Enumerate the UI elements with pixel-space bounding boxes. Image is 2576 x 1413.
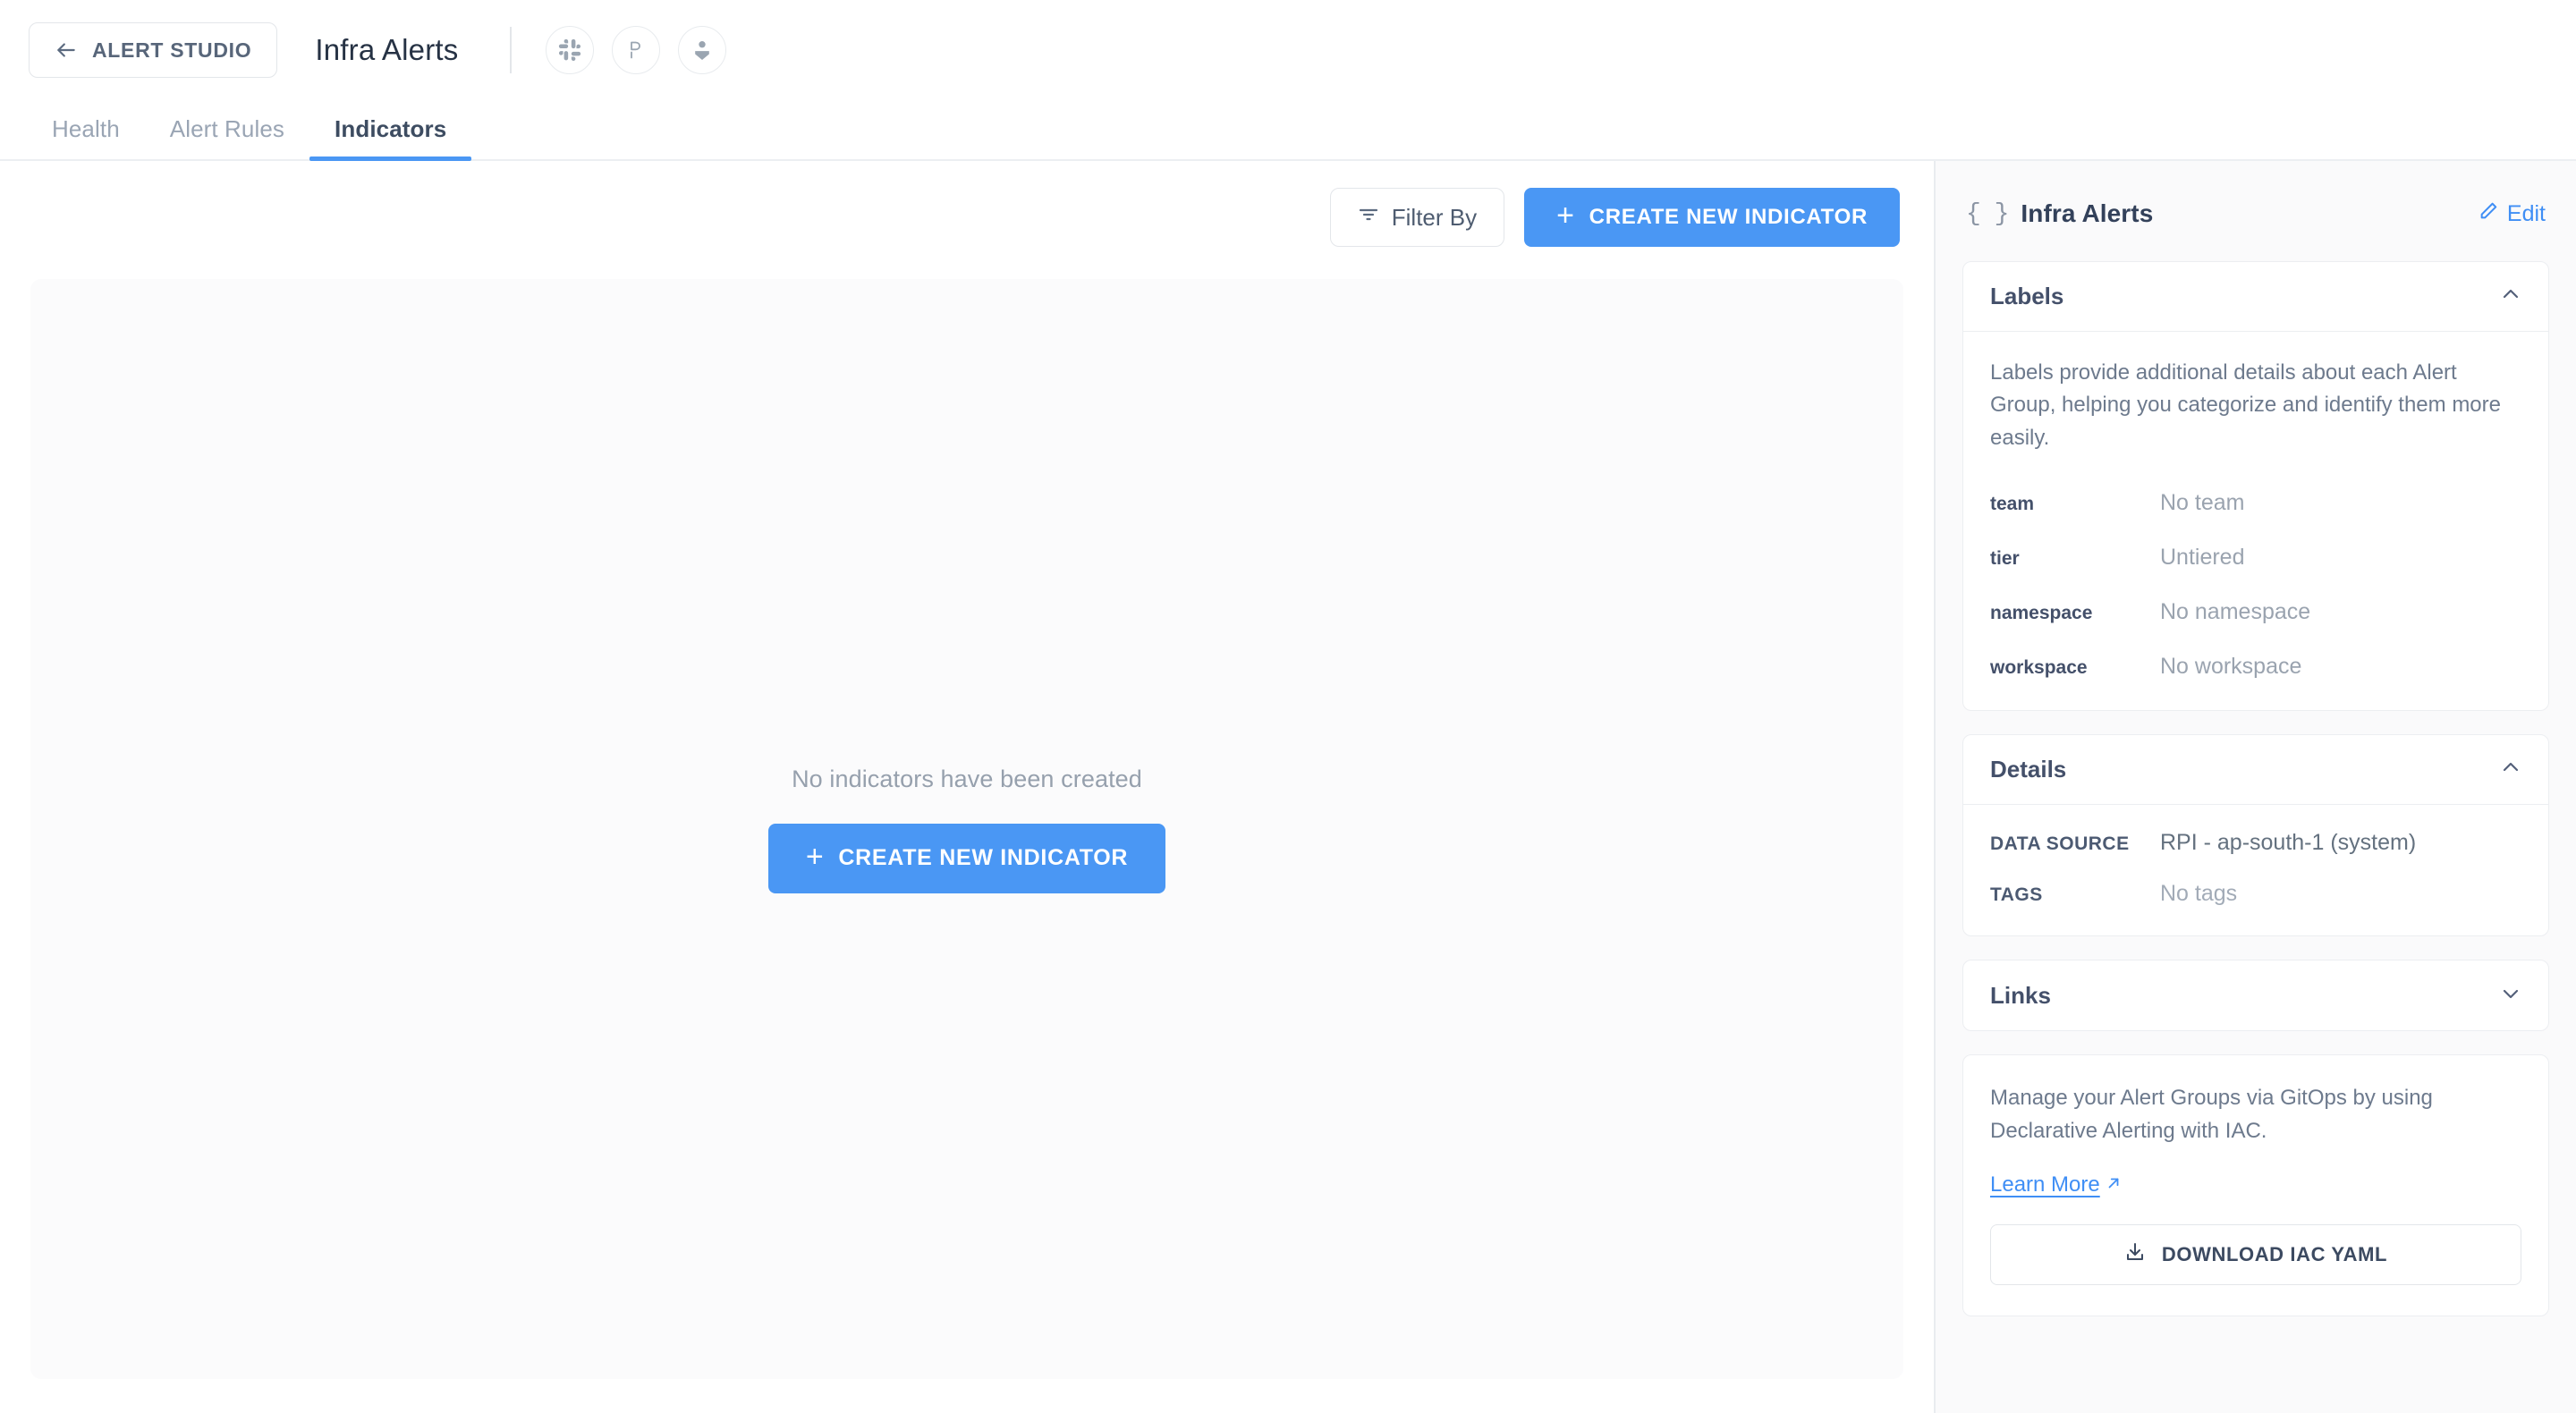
edit-alert-group-button[interactable]: Edit (2479, 201, 2546, 227)
content-toolbar: Filter By + CREATE NEW INDICATOR (0, 161, 1934, 247)
label-value: No team (2160, 490, 2244, 516)
detail-value: No tags (2160, 881, 2237, 907)
filter-by-label: Filter By (1392, 204, 1477, 232)
arrow-left-icon (55, 38, 78, 62)
download-icon (2124, 1241, 2146, 1268)
oncall-person-icon[interactable] (678, 26, 726, 74)
body: Filter By + CREATE NEW INDICATOR No indi… (0, 161, 2576, 1413)
labels-card: Labels Labels provide additional details… (1962, 261, 2549, 711)
side-panel-header: { } Infra Alerts Edit (1962, 186, 2549, 241)
back-to-alert-studio-button[interactable]: ALERT STUDIO (29, 22, 277, 78)
label-row-team: team No team (1990, 481, 2521, 536)
details-card-title: Details (1990, 756, 2066, 783)
links-card: Links (1962, 960, 2549, 1031)
detail-row-tags: TAGS No tags (1990, 881, 2521, 909)
label-value: Untiered (2160, 545, 2245, 571)
edit-label: Edit (2507, 201, 2546, 227)
label-row-tier: tier Untiered (1990, 536, 2521, 590)
chevron-up-icon[interactable] (2500, 283, 2521, 309)
detail-key: TAGS (1990, 884, 2160, 906)
details-card: Details DATA SOURCE RPI - ap-south-1 (sy… (1962, 734, 2549, 936)
plus-icon: + (806, 842, 825, 872)
detail-row-data-source: DATA SOURCE RPI - ap-south-1 (system) (1990, 830, 2521, 881)
details-side-panel: { } Infra Alerts Edit Labels Labels p (1934, 161, 2576, 1413)
label-key: namespace (1990, 603, 2160, 624)
top-bar: ALERT STUDIO Infra Alerts (0, 0, 2576, 100)
detail-key: DATA SOURCE (1990, 833, 2160, 855)
labels-card-body: Labels provide additional details about … (1963, 332, 2548, 710)
side-panel-title: Infra Alerts (2021, 199, 2153, 228)
external-link-icon (2106, 1172, 2122, 1197)
detail-value: RPI - ap-south-1 (system) (2160, 830, 2416, 856)
label-row-workspace: workspace No workspace (1990, 645, 2521, 683)
links-card-title: Links (1990, 982, 2051, 1010)
iac-description: Manage your Alert Groups via GitOps by u… (1990, 1082, 2521, 1147)
tab-indicators[interactable]: Indicators (309, 115, 471, 159)
download-iac-yaml-button[interactable]: DOWNLOAD IAC YAML (1990, 1224, 2521, 1285)
label-value: No workspace (2160, 654, 2301, 680)
slack-icon[interactable] (546, 26, 594, 74)
create-new-indicator-label: CREATE NEW INDICATOR (838, 845, 1128, 871)
details-card-header[interactable]: Details (1963, 735, 2548, 805)
create-new-indicator-label: CREATE NEW INDICATOR (1589, 205, 1868, 230)
iac-gitops-card: Manage your Alert Groups via GitOps by u… (1962, 1054, 2549, 1316)
label-key: workspace (1990, 657, 2160, 679)
create-new-indicator-button-toolbar[interactable]: + CREATE NEW INDICATOR (1524, 188, 1900, 247)
pagerduty-icon[interactable] (612, 26, 660, 74)
details-card-body: DATA SOURCE RPI - ap-south-1 (system) TA… (1963, 805, 2548, 935)
links-card-header[interactable]: Links (1963, 960, 2548, 1030)
filter-icon (1358, 204, 1379, 232)
integration-icons (546, 26, 726, 74)
chevron-up-icon[interactable] (2500, 757, 2521, 783)
labels-card-header[interactable]: Labels (1963, 262, 2548, 332)
label-value: No namespace (2160, 599, 2310, 625)
download-iac-yaml-label: DOWNLOAD IAC YAML (2162, 1243, 2387, 1266)
code-braces-icon: { } (1966, 200, 2008, 228)
tab-bar: Health Alert Rules Indicators (0, 100, 2576, 161)
filter-by-button[interactable]: Filter By (1330, 188, 1504, 247)
labels-card-title: Labels (1990, 283, 2063, 310)
learn-more-link[interactable]: Learn More (1990, 1172, 2122, 1197)
plus-icon: + (1556, 200, 1575, 231)
indicators-empty-state: No indicators have been created + CREATE… (30, 279, 1903, 1379)
header-divider (510, 27, 512, 73)
create-new-indicator-button-empty[interactable]: + CREATE NEW INDICATOR (768, 824, 1165, 893)
main-content: Filter By + CREATE NEW INDICATOR No indi… (0, 161, 1934, 1413)
label-row-namespace: namespace No namespace (1990, 590, 2521, 645)
back-button-label: ALERT STUDIO (92, 38, 251, 63)
learn-more-label: Learn More (1990, 1172, 2100, 1197)
label-key: team (1990, 494, 2160, 515)
empty-state-message: No indicators have been created (792, 766, 1142, 793)
tab-health[interactable]: Health (27, 115, 145, 159)
chevron-down-icon[interactable] (2500, 983, 2521, 1009)
pencil-icon (2479, 201, 2498, 227)
labels-description: Labels provide additional details about … (1990, 357, 2521, 454)
tab-alert-rules[interactable]: Alert Rules (145, 115, 309, 159)
page-title: Infra Alerts (315, 33, 458, 67)
label-key: tier (1990, 548, 2160, 570)
